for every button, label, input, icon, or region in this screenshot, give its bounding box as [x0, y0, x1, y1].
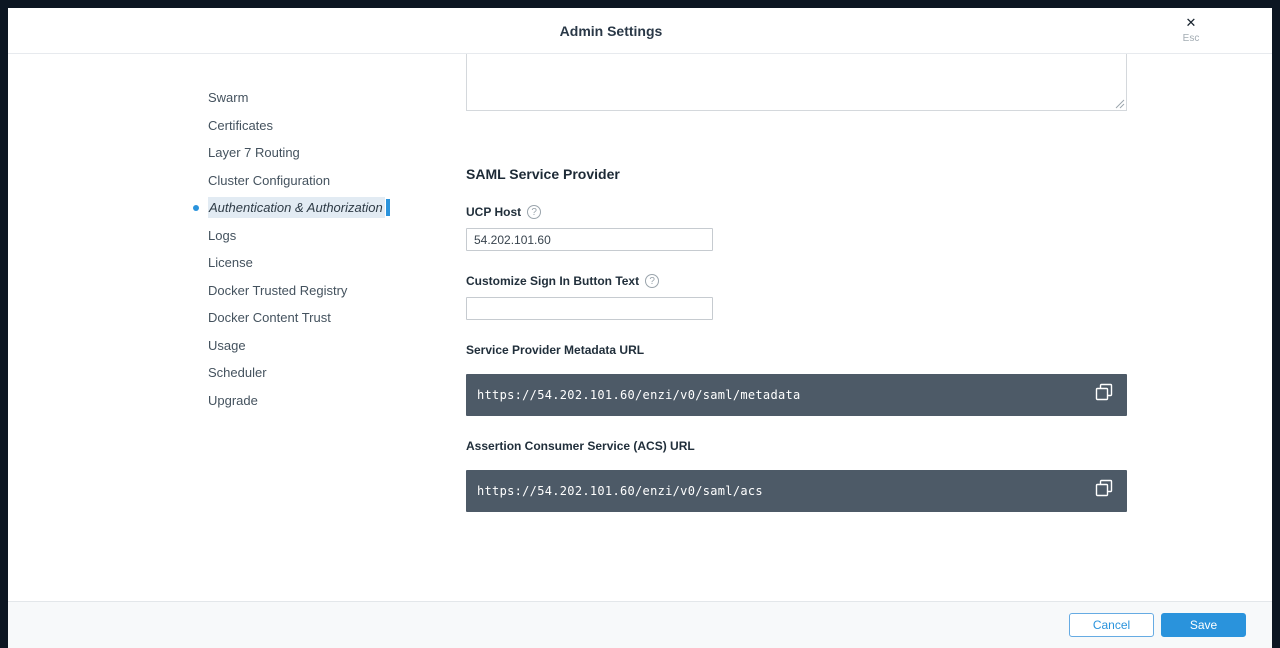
sign-in-button-text-input[interactable]: [466, 297, 713, 320]
sidebar-item-label: Docker Content Trust: [208, 310, 331, 325]
active-cursor-bar: [386, 199, 390, 216]
metadata-url-label-text: Service Provider Metadata URL: [466, 343, 644, 357]
metadata-url-value: https://54.202.101.60/enzi/v0/saml/metad…: [477, 388, 1094, 402]
modal-footer: Cancel Save: [8, 601, 1272, 648]
copy-icon: [1095, 479, 1113, 497]
sidebar-item-label: Authentication & Authorization: [208, 197, 385, 218]
sidebar-item-label: Certificates: [208, 118, 273, 133]
close-icon[interactable]: ✕: [1178, 16, 1204, 30]
ucp-host-label: UCP Host ?: [466, 205, 1127, 219]
sidebar-item-label: Layer 7 Routing: [208, 145, 300, 160]
acs-url-box: https://54.202.101.60/enzi/v0/saml/acs: [466, 470, 1127, 512]
sidebar-item-label: License: [208, 255, 253, 270]
sidebar-item-label: Upgrade: [208, 393, 258, 408]
active-bullet-icon: [193, 205, 199, 211]
sidebar-item-label: Cluster Configuration: [208, 173, 330, 188]
modal-body: Swarm Certificates Layer 7 Routing Clust…: [8, 54, 1272, 601]
acs-url-value: https://54.202.101.60/enzi/v0/saml/acs: [477, 484, 1094, 498]
sidebar-item-authentication-authorization[interactable]: Authentication & Authorization: [208, 194, 466, 222]
modal-header: Admin Settings ✕ Esc: [8, 8, 1272, 54]
sidebar-item-label: Logs: [208, 228, 236, 243]
save-button[interactable]: Save: [1161, 613, 1246, 637]
sidebar-item-docker-content-trust[interactable]: Docker Content Trust: [208, 304, 466, 332]
sidebar-item-usage[interactable]: Usage: [208, 332, 466, 360]
sidebar-item-label: Docker Trusted Registry: [208, 283, 347, 298]
copy-icon: [1095, 383, 1113, 401]
settings-sidebar: Swarm Certificates Layer 7 Routing Clust…: [8, 54, 466, 601]
saml-idp-metadata-textarea[interactable]: [466, 54, 1127, 111]
section-title: SAML Service Provider: [466, 166, 1127, 182]
sidebar-item-certificates[interactable]: Certificates: [208, 112, 466, 140]
help-icon[interactable]: ?: [645, 274, 659, 288]
sidebar-item-cluster-configuration[interactable]: Cluster Configuration: [208, 167, 466, 195]
sidebar-item-logs[interactable]: Logs: [208, 222, 466, 250]
sidebar-item-upgrade[interactable]: Upgrade: [208, 387, 466, 415]
close-button[interactable]: ✕ Esc: [1178, 16, 1204, 44]
sidebar-item-scheduler[interactable]: Scheduler: [208, 359, 466, 387]
copy-button[interactable]: [1094, 478, 1114, 498]
sidebar-item-swarm[interactable]: Swarm: [208, 84, 466, 112]
page-title: Admin Settings: [560, 23, 663, 39]
sidebar-item-layer7-routing[interactable]: Layer 7 Routing: [208, 139, 466, 167]
sidebar-item-label: Scheduler: [208, 365, 267, 380]
sidebar-item-docker-trusted-registry[interactable]: Docker Trusted Registry: [208, 277, 466, 305]
admin-settings-modal: Admin Settings ✕ Esc Swarm Certificates …: [8, 8, 1272, 648]
close-esc-label: Esc: [1178, 33, 1204, 44]
sidebar-item-license[interactable]: License: [208, 249, 466, 277]
help-icon[interactable]: ?: [527, 205, 541, 219]
settings-content: SAML Service Provider UCP Host ? Customi…: [466, 54, 1127, 601]
cancel-button[interactable]: Cancel: [1069, 613, 1154, 637]
copy-button[interactable]: [1094, 382, 1114, 402]
sign-in-button-text-label: Customize Sign In Button Text ?: [466, 274, 1127, 288]
resize-grip-icon[interactable]: [1113, 97, 1125, 109]
sign-in-button-text-label-text: Customize Sign In Button Text: [466, 274, 639, 288]
sidebar-item-label: Swarm: [208, 90, 248, 105]
sidebar-item-label: Usage: [208, 338, 246, 353]
metadata-url-label: Service Provider Metadata URL: [466, 343, 1127, 357]
ucp-host-input[interactable]: [466, 228, 713, 251]
metadata-url-box: https://54.202.101.60/enzi/v0/saml/metad…: [466, 374, 1127, 416]
ucp-host-label-text: UCP Host: [466, 205, 521, 219]
acs-url-label-text: Assertion Consumer Service (ACS) URL: [466, 439, 695, 453]
acs-url-label: Assertion Consumer Service (ACS) URL: [466, 439, 1127, 453]
